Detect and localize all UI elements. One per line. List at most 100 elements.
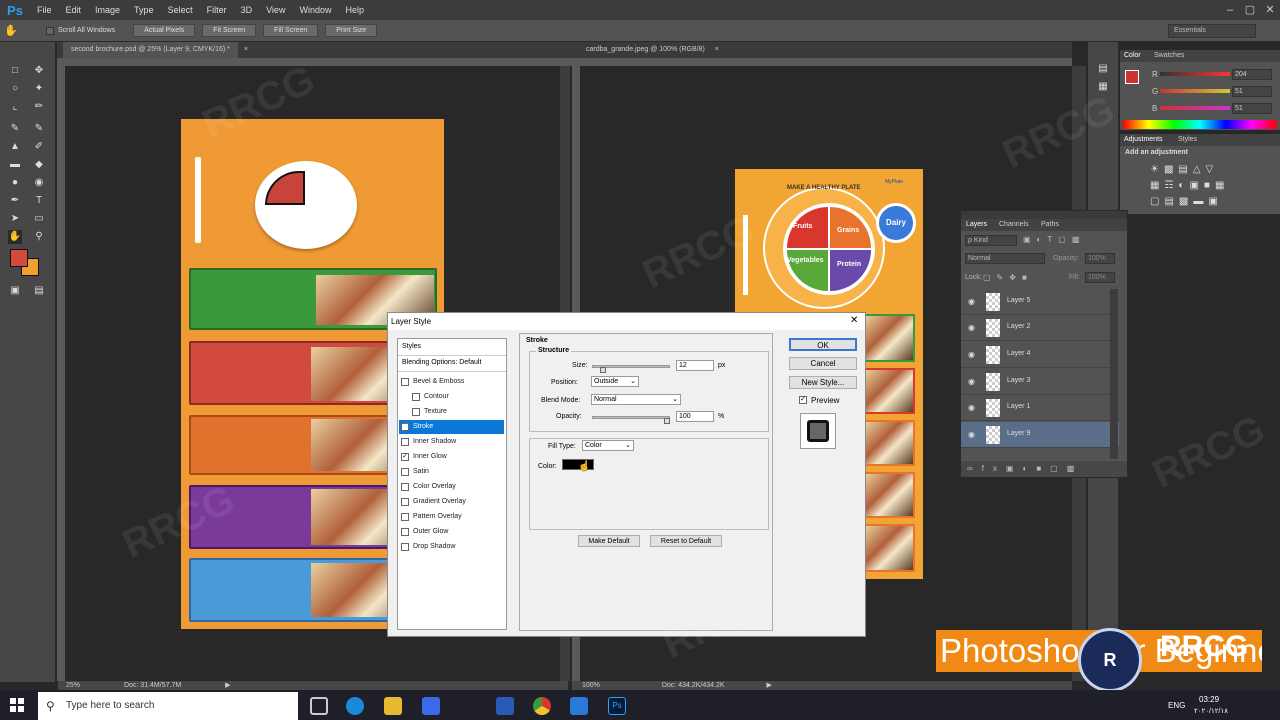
layer-row[interactable]: ◉ Layer 5	[961, 289, 1119, 315]
eyedropper-tool-icon[interactable]: ✏	[32, 100, 46, 114]
opacity-slider[interactable]	[592, 416, 670, 419]
fill-type-select[interactable]: Color ⌄	[582, 440, 634, 451]
tab-color[interactable]: Color	[1124, 52, 1141, 59]
style-checkbox[interactable]: ✓	[401, 423, 409, 431]
visibility-eye-icon[interactable]: ◉	[968, 377, 975, 386]
dodge-tool-icon[interactable]: ◉	[32, 176, 46, 190]
menu-file[interactable]: File	[30, 0, 59, 20]
blend-mode-select[interactable]: Normal	[965, 253, 1045, 264]
preview-checkbox[interactable]: ✓	[799, 396, 807, 404]
ok-button[interactable]: OK	[789, 338, 857, 351]
style-checkbox[interactable]	[401, 513, 409, 521]
menu-image[interactable]: Image	[88, 0, 127, 20]
zoom-tool-icon[interactable]: ⚲	[32, 230, 46, 244]
status-arrow-icon[interactable]: ▶	[766, 682, 771, 689]
tab-styles[interactable]: Styles	[1178, 136, 1197, 143]
layers-scrollbar[interactable]	[1110, 289, 1118, 459]
shape-tool-icon[interactable]: ▭	[32, 212, 46, 226]
dialog-close-icon[interactable]: ✕	[850, 315, 858, 326]
style-item-color-overlay[interactable]: Color Overlay	[399, 480, 504, 494]
task-view-icon[interactable]	[310, 697, 328, 715]
foreground-color-swatch[interactable]	[10, 249, 28, 267]
zoom-level[interactable]: 25%	[66, 682, 80, 689]
filter-icons[interactable]: ▣◐T▢▩	[1023, 235, 1085, 244]
style-item-contour[interactable]: Contour	[399, 390, 504, 404]
zoom-level[interactable]: 100%	[582, 682, 600, 689]
brush-tool-icon[interactable]: ✎	[32, 122, 46, 136]
layer-row[interactable]: ◉ Layer 4	[961, 342, 1119, 368]
value-g[interactable]: 51	[1232, 86, 1272, 97]
layer-row[interactable]: ◉ Layer 2	[961, 315, 1119, 341]
style-item-gradient-overlay[interactable]: Gradient Overlay	[399, 495, 504, 509]
menu-select[interactable]: Select	[161, 0, 200, 20]
slider-b[interactable]	[1160, 106, 1230, 110]
status-arrow-icon[interactable]: ▶	[225, 682, 230, 689]
style-checkbox[interactable]: ✓	[401, 453, 409, 461]
quick-mask-icon[interactable]: ▣	[8, 284, 22, 298]
document-tab-cardba[interactable]: cardba_grande.jpeg @ 100% (RGB/8) ×	[572, 42, 1072, 58]
taskbar-search[interactable]: ⚲ Type here to search	[38, 692, 298, 720]
opacity-slider-thumb[interactable]	[664, 418, 670, 424]
style-item-inner-glow[interactable]: ✓ Inner Glow	[399, 450, 504, 464]
minimize-icon[interactable]: –	[1220, 0, 1240, 20]
layer-row[interactable]: ◉ Layer 1	[961, 395, 1119, 421]
layer-row-selected[interactable]: ◉ Layer 9	[961, 422, 1119, 448]
lasso-tool-icon[interactable]: ○	[8, 82, 22, 96]
scroll-all-checkbox[interactable]	[46, 26, 54, 35]
tab-layers[interactable]: Layers	[966, 221, 987, 228]
workspace-select[interactable]: Essentials	[1168, 24, 1256, 38]
pen-tool-icon[interactable]: ✒	[8, 194, 22, 208]
layer-row[interactable]: ◉ Layer 3	[961, 369, 1119, 395]
lock-icons[interactable]: ▢✎✥■	[983, 273, 1033, 282]
fit-screen-button[interactable]: Fit Screen	[202, 24, 257, 37]
bucket-tool-icon[interactable]: ◆	[32, 158, 46, 172]
language-indicator[interactable]: ENG	[1168, 701, 1185, 710]
style-checkbox[interactable]	[401, 483, 409, 491]
blend-mode-select[interactable]: Normal ⌄	[591, 394, 681, 405]
marquee-tool-icon[interactable]: □	[8, 64, 22, 78]
style-checkbox[interactable]	[401, 468, 409, 476]
layer-kind-filter[interactable]: ρ Kind	[965, 235, 1017, 246]
visibility-eye-icon[interactable]: ◉	[968, 297, 975, 306]
move-tool-icon[interactable]: ✥	[32, 64, 46, 78]
chrome-icon[interactable]	[533, 697, 551, 715]
menu-type[interactable]: Type	[127, 0, 161, 20]
fill-field[interactable]: 100%	[1085, 272, 1115, 283]
size-input[interactable]: 12	[676, 360, 714, 371]
cancel-button[interactable]: Cancel	[789, 357, 857, 370]
style-checkbox[interactable]	[412, 393, 420, 401]
store-icon[interactable]	[422, 697, 440, 715]
photos-icon[interactable]	[570, 697, 588, 715]
menu-window[interactable]: Window	[292, 0, 338, 20]
blur-tool-icon[interactable]: ●	[8, 176, 22, 190]
magic-wand-tool-icon[interactable]: ✦	[32, 82, 46, 96]
stamp-tool-icon[interactable]: ▲	[8, 140, 22, 154]
menu-3d[interactable]: 3D	[234, 0, 260, 20]
doc-info[interactable]: Doc: 31.4M/57.7M	[124, 682, 181, 689]
restore-icon[interactable]: ▢	[1240, 0, 1260, 20]
document-tab-brochure[interactable]: second brochure.psd @ 25% (Layer 9, CMYK…	[57, 42, 572, 58]
eraser-tool-icon[interactable]: ▬	[8, 158, 22, 172]
style-item-texture[interactable]: Texture	[399, 405, 504, 419]
close-icon[interactable]: ✕	[1260, 0, 1280, 20]
clock-date[interactable]: ٢٠٢٠/١٢/١٨	[1194, 707, 1228, 715]
opacity-field[interactable]: 100%	[1085, 253, 1115, 264]
visibility-eye-icon[interactable]: ◉	[968, 323, 975, 332]
menu-help[interactable]: Help	[338, 0, 371, 20]
style-checkbox[interactable]	[401, 438, 409, 446]
type-tool-icon[interactable]: T	[32, 194, 46, 208]
style-item-bevel-emboss[interactable]: Bevel & Emboss	[399, 375, 504, 389]
adjustment-icons[interactable]: ☀▩▤△▽ ▦☶◐▣■▦ ▢▤▩▬▣	[1150, 162, 1260, 207]
fill-screen-button[interactable]: Fill Screen	[263, 24, 319, 37]
word-icon[interactable]	[496, 697, 514, 715]
path-select-tool-icon[interactable]: ➤	[8, 212, 22, 226]
style-item-satin[interactable]: Satin	[399, 465, 504, 479]
opacity-input[interactable]: 100	[676, 411, 714, 422]
tab-swatches[interactable]: Swatches	[1154, 52, 1184, 59]
style-item-outer-glow[interactable]: Outer Glow	[399, 525, 504, 539]
screen-mode-icon[interactable]: ▤	[32, 284, 46, 298]
value-r[interactable]: 204	[1232, 69, 1272, 80]
color-preview-foreground[interactable]	[1125, 70, 1139, 84]
style-checkbox[interactable]	[401, 543, 409, 551]
color-spectrum[interactable]	[1123, 120, 1277, 129]
